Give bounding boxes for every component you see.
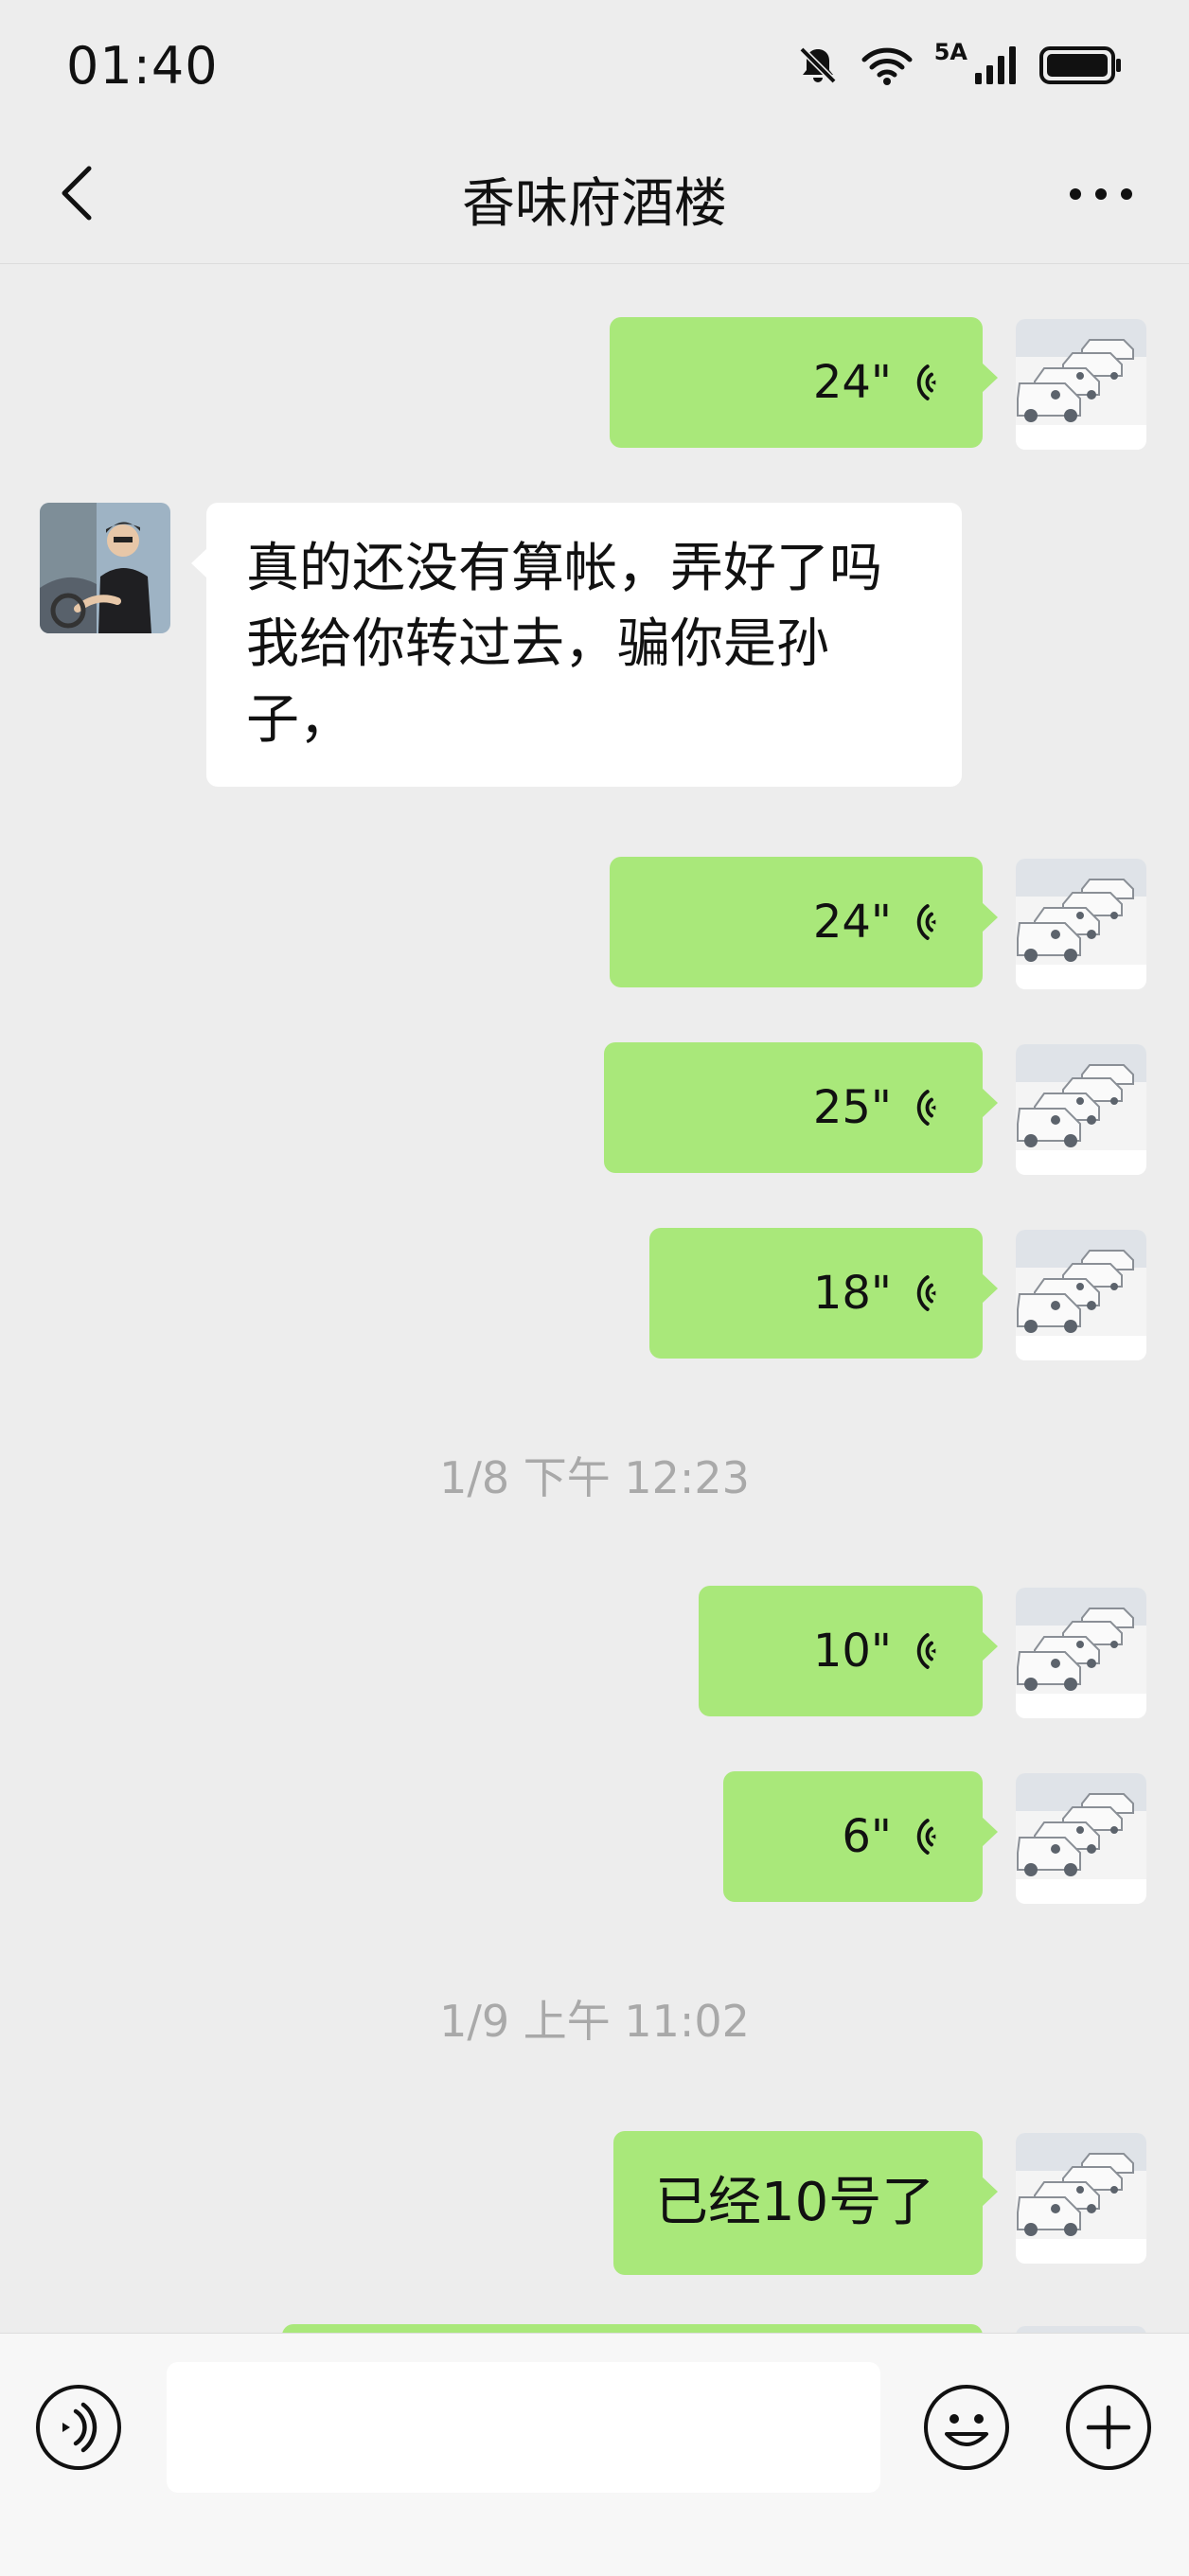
- my-avatar[interactable]: [1016, 1773, 1146, 1904]
- signal-icon: [973, 44, 1019, 86]
- battery-icon: [1039, 44, 1123, 86]
- time-divider: 1/9 上午 11:02: [439, 1996, 750, 2047]
- voice-input-icon: [36, 2385, 121, 2470]
- text-message-bubble[interactable]: 真的还没有算帐，弄好了吗我给你转过去，骗你是孙子，: [191, 503, 962, 787]
- voice-input-button[interactable]: [34, 2383, 123, 2472]
- voice-wave-icon: [905, 1272, 937, 1314]
- status-bar: 01:40 5A: [0, 0, 1189, 133]
- voice-message-bubble[interactable]: 24": [610, 317, 998, 448]
- my-avatar[interactable]: [1016, 1044, 1146, 1175]
- voice-message-bubble[interactable]: 6": [723, 1771, 998, 1902]
- voice-wave-icon: [905, 1630, 937, 1672]
- bell-muted-icon: [796, 44, 840, 87]
- my-avatar[interactable]: [1016, 1588, 1146, 1718]
- my-avatar[interactable]: [1016, 859, 1146, 989]
- voice-duration: 25": [812, 1081, 892, 1134]
- message-text: 已经10号了: [655, 2172, 935, 2233]
- my-avatar[interactable]: [1016, 1230, 1146, 1360]
- more-button[interactable]: [1058, 163, 1144, 229]
- message-list[interactable]: 24" 真的还没有算帐，弄好了吗我给你转过去，骗你是孙子， 24" 25" 18…: [0, 264, 1189, 2333]
- message-text: 真的还没有算帐，弄好了吗我给你转过去，骗你是孙子，: [246, 538, 882, 751]
- more-dots-icon: [1068, 187, 1134, 205]
- emoji-button[interactable]: [922, 2383, 1011, 2472]
- time-divider: 1/8 下午 12:23: [439, 1452, 750, 1503]
- voice-message-bubble[interactable]: [282, 2324, 983, 2333]
- voice-duration: 24": [812, 356, 892, 409]
- status-icons: 5A: [796, 39, 1123, 89]
- my-avatar[interactable]: [1016, 2133, 1146, 2264]
- voice-duration: 6": [842, 1810, 892, 1863]
- chat-title: 香味府酒楼: [462, 173, 727, 235]
- voice-wave-icon: [905, 1816, 937, 1857]
- voice-message-bubble[interactable]: 24": [610, 857, 998, 987]
- status-time: 01:40: [66, 36, 219, 96]
- message-input[interactable]: [167, 2362, 880, 2493]
- voice-wave-icon: [905, 362, 937, 403]
- wifi-icon: [861, 44, 914, 86]
- nav-bar: 香味府酒楼: [0, 133, 1189, 264]
- voice-message-bubble[interactable]: 10": [699, 1586, 998, 1716]
- voice-duration: 10": [812, 1625, 892, 1678]
- voice-duration: 18": [812, 1267, 892, 1320]
- voice-wave-icon: [905, 1087, 937, 1128]
- plus-icon: [1066, 2385, 1151, 2470]
- my-avatar[interactable]: [1016, 319, 1146, 450]
- text-message-bubble[interactable]: 已经10号了: [613, 2131, 998, 2275]
- input-bar: [0, 2333, 1189, 2576]
- my-avatar[interactable]: [1016, 2326, 1146, 2333]
- emoji-icon: [924, 2385, 1009, 2470]
- network-type-label: 5A: [933, 39, 967, 65]
- more-functions-button[interactable]: [1064, 2383, 1153, 2472]
- contact-avatar[interactable]: [40, 503, 170, 633]
- voice-wave-icon: [905, 901, 937, 943]
- voice-duration: 24": [812, 896, 892, 949]
- voice-message-bubble[interactable]: 18": [649, 1228, 998, 1359]
- voice-message-bubble[interactable]: 25": [604, 1042, 998, 1173]
